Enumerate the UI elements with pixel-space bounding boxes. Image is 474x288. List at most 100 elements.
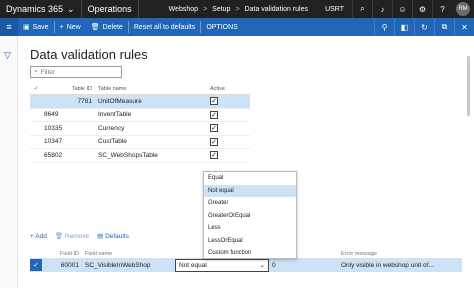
save-icon: ▣ — [23, 24, 30, 31]
scrollbar-thumb[interactable] — [467, 56, 470, 116]
top-navigation-bar: Dynamics 365 ⌄ Operations Webshop > Setu… — [0, 0, 474, 18]
dropdown-option-not-equal[interactable]: Not equal — [204, 184, 296, 197]
office-icon[interactable]: ◧ — [394, 18, 414, 36]
left-rail: ▽ — [0, 36, 18, 288]
dropdown-option-less-or-equal[interactable]: LessOrEqual — [204, 235, 296, 248]
active-cell: ✓ — [208, 124, 248, 133]
smiley-icon[interactable]: ☺ — [392, 0, 412, 18]
field-id-cell: 60001 — [60, 261, 79, 269]
new-button[interactable]: + New — [55, 18, 86, 36]
options-tab[interactable]: OPTIONS — [201, 18, 243, 36]
header-active[interactable]: Active — [208, 86, 248, 92]
search-icon: ⌕ — [34, 68, 38, 75]
breadcrumb-current: Data validation rules — [244, 5, 308, 13]
filter-funnel-icon[interactable]: ▽ — [4, 50, 11, 61]
top-right-controls: USRT ⌕ ♪ ☺ ⚙ ? RM — [317, 0, 474, 18]
active-cell: ✓ — [208, 110, 248, 119]
active-cell: ✓ — [208, 97, 248, 106]
header-error-message[interactable]: Error message — [339, 251, 435, 257]
chevron-down-icon: ⌄ — [67, 3, 75, 14]
company-picker[interactable]: USRT — [317, 6, 352, 13]
tables-grid: ✓ Table ID Table name Active 7781 UnitOf… — [30, 83, 250, 163]
header-field-id[interactable]: Field ID — [30, 251, 82, 257]
bell-icon[interactable]: ♪ — [372, 0, 392, 18]
header-table-id[interactable]: Table ID — [42, 86, 94, 92]
app-switcher[interactable]: Dynamics 365 ⌄ — [0, 0, 82, 18]
table-row[interactable]: 7781 UnitOfMeasure ✓ — [30, 95, 250, 109]
chevron-down-icon: ⌄ — [259, 262, 265, 269]
breadcrumb-separator: > — [235, 5, 240, 13]
dropdown-option-equal[interactable]: Equal — [204, 172, 296, 185]
avatar[interactable]: RM — [456, 2, 470, 16]
help-icon[interactable]: ? — [432, 0, 452, 18]
table-name-cell: Currency — [98, 124, 125, 132]
value-cell[interactable]: 0 — [269, 262, 339, 269]
table-row[interactable]: 8649 InventTable ✓ — [30, 109, 250, 122]
breadcrumb-separator: > — [203, 5, 208, 13]
close-icon[interactable]: ✕ — [454, 18, 474, 36]
fields-toolbar: + Add 🗑 Remove ▤ Defaults — [30, 231, 129, 241]
operator-select[interactable]: Not equal ⌄ — [175, 258, 269, 272]
trash-icon: 🗑 — [54, 233, 65, 240]
save-button[interactable]: ▣ Save — [18, 18, 54, 36]
dropdown-option-greater-or-equal[interactable]: GreaterOrEqual — [204, 210, 296, 223]
header-field-name[interactable]: Field name — [82, 251, 174, 257]
select-all-checkmark-icon[interactable]: ✓ — [30, 86, 42, 92]
new-label: New — [66, 23, 81, 31]
table-id-cell: 10335 — [44, 124, 63, 132]
table-row[interactable]: 10347 CustTable ✓ — [30, 136, 250, 149]
active-checkbox[interactable]: ✓ — [210, 151, 218, 160]
table-id-cell: 10347 — [44, 138, 63, 146]
add-button[interactable]: + Add — [30, 233, 47, 240]
defaults-button[interactable]: ▤ Defaults — [97, 232, 129, 240]
app-name: Dynamics 365 — [6, 4, 64, 14]
remove-label: Remove — [64, 233, 90, 240]
row-selector[interactable]: ✓ — [30, 258, 42, 272]
popout-icon[interactable]: ⧉ — [434, 18, 454, 36]
active-checkbox[interactable]: ✓ — [210, 110, 218, 119]
dropdown-option-greater[interactable]: Greater — [204, 197, 296, 210]
active-checkbox[interactable]: ✓ — [210, 137, 218, 146]
table-row[interactable]: 10335 Currency ✓ — [30, 122, 250, 136]
reset-all-button[interactable]: Reset all to defaults — [129, 18, 200, 36]
active-checkbox[interactable]: ✓ — [210, 97, 218, 106]
action-pane-right: ⚲ ◧ ↻ ⧉ ✕ — [374, 18, 474, 36]
active-checkbox[interactable]: ✓ — [210, 124, 218, 133]
search-icon[interactable]: ⌕ — [352, 0, 372, 18]
remove-button[interactable]: 🗑 Remove — [55, 232, 89, 240]
filter-input[interactable]: ⌕ Filter — [30, 66, 122, 78]
error-message-cell[interactable]: Only visible in webshop unit of... — [339, 262, 435, 269]
dropdown-option-less[interactable]: Less — [204, 222, 296, 235]
breadcrumb: Webshop > Setup > Data validation rules — [139, 6, 308, 13]
delete-label: Delete — [102, 23, 123, 31]
module-switcher[interactable]: Operations — [82, 0, 139, 18]
defaults-label: Defaults — [105, 233, 129, 240]
gear-icon[interactable]: ⚙ — [412, 0, 432, 18]
link-icon[interactable]: ⚲ — [374, 18, 394, 36]
table-row[interactable]: ✓ 60001 SC_VisibleInWebShop Not equal ⌄ … — [30, 258, 462, 272]
active-cell: ✓ — [208, 137, 248, 146]
breadcrumb-setup[interactable]: Setup — [212, 6, 230, 13]
refresh-icon[interactable]: ↻ — [414, 18, 434, 36]
table-row[interactable]: 65802 SC_WebShopsTable ✓ — [30, 149, 250, 163]
trash-icon: 🗑 — [90, 24, 100, 31]
action-pane: ≡ ▣ Save + New 🗑 Delete Reset all to def… — [0, 18, 474, 36]
checkmark-icon: ✓ — [30, 259, 42, 271]
table-id-cell: 7781 — [77, 97, 92, 105]
operator-value: Not equal — [179, 261, 207, 269]
filter-placeholder: Filter — [40, 68, 56, 76]
document-icon: ▤ — [97, 233, 106, 240]
grid-header: ✓ Table ID Table name Active — [30, 83, 250, 95]
save-label: Save — [32, 23, 49, 31]
header-table-name[interactable]: Table name — [94, 86, 208, 92]
delete-button[interactable]: 🗑 Delete — [86, 18, 128, 36]
breadcrumb-webshop[interactable]: Webshop — [169, 6, 198, 13]
table-id-cell: 65802 — [44, 151, 63, 159]
hamburger-menu-icon[interactable]: ≡ — [0, 18, 18, 36]
plus-icon: + — [59, 23, 64, 31]
table-id-cell: 8649 — [44, 111, 59, 119]
active-cell: ✓ — [208, 151, 248, 160]
table-name-cell: SC_WebShopsTable — [98, 151, 158, 159]
dropdown-option-custom-function[interactable]: Custom function — [204, 247, 296, 260]
vertical-scrollbar[interactable] — [466, 36, 470, 286]
